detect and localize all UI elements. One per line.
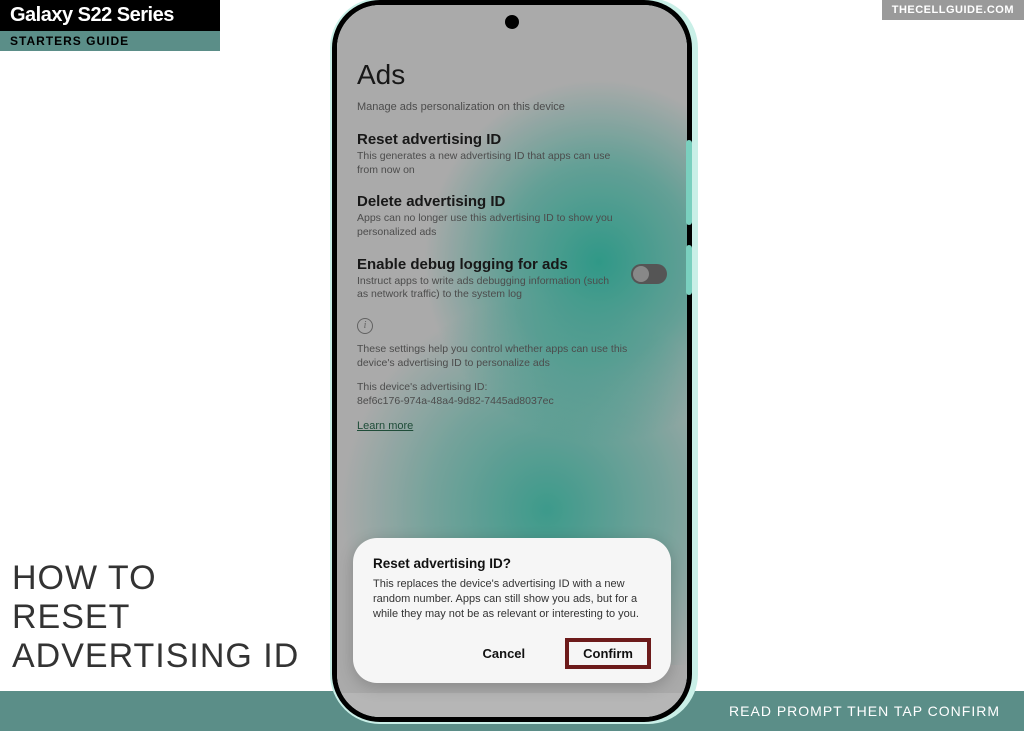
dialog-title: Reset advertising ID? [373,556,651,571]
guide-badge: STARTERS GUIDE [0,31,220,51]
power-button[interactable] [686,245,692,295]
camera-notch [505,15,519,29]
cancel-button[interactable]: Cancel [469,638,540,669]
tutorial-title-line: HOW TO [12,559,299,598]
tutorial-title-line: RESET [12,598,299,637]
android-nav-bar[interactable] [337,693,687,717]
site-watermark: THECELLGUIDE.COM [882,0,1024,20]
confirm-highlight: Confirm [565,638,651,669]
tutorial-title: HOW TO RESET ADVERTISING ID [12,559,299,676]
volume-button[interactable] [686,140,692,225]
series-badge: Galaxy S22 Series [0,0,220,31]
phone-frame: Ads Manage ads personalization on this d… [332,0,692,722]
reset-ad-id-dialog: Reset advertising ID? This replaces the … [353,538,671,683]
dialog-actions: Cancel Confirm [373,638,651,669]
confirm-button[interactable]: Confirm [579,644,637,663]
header-badge: Galaxy S22 Series STARTERS GUIDE [0,0,220,51]
tutorial-title-line: ADVERTISING ID [12,637,299,676]
dialog-body: This replaces the device's advertising I… [373,577,651,622]
instruction-text: READ PROMPT THEN TAP CONFIRM [729,703,1000,719]
